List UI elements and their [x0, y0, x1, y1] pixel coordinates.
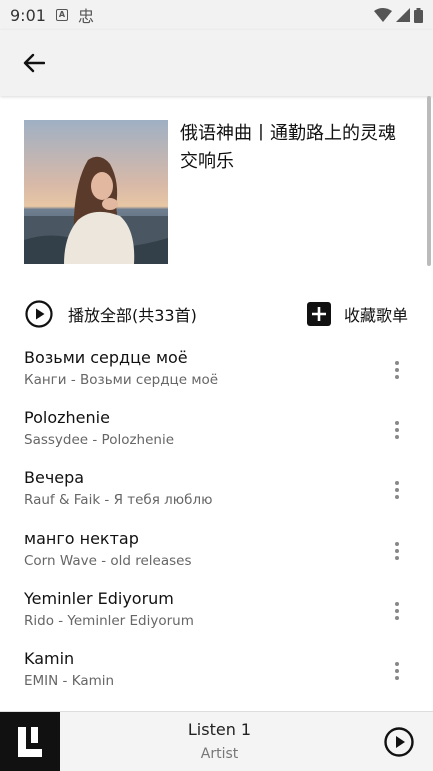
song-list: Возьми сердце моё Канги - Возьми сердце …: [0, 340, 433, 701]
more-options-icon[interactable]: [389, 539, 405, 563]
arrow-left-icon: [23, 53, 45, 73]
song-subtitle: Rauf & Faik - Я тебя люблю: [24, 492, 213, 509]
play-all-label: 播放全部(共33首): [68, 306, 197, 325]
song-item[interactable]: Polozhenie Sassydee - Polozhenie: [0, 400, 433, 460]
collect-playlist-label: 收藏歌单: [343, 306, 408, 325]
song-title: Вечера: [24, 468, 85, 488]
song-subtitle: Sassydee - Polozhenie: [24, 432, 175, 449]
playlist-actions: 播放全部(共33首) 收藏歌单: [24, 296, 408, 332]
more-options-icon[interactable]: [389, 358, 405, 382]
add-box-icon: [306, 302, 331, 326]
signal-icon: [396, 8, 410, 22]
play-circle-icon: [25, 300, 53, 328]
play-pause-button[interactable]: [379, 722, 419, 762]
app-logo-icon: [0, 711, 60, 771]
playlist-title: 俄语神曲丨通勤路上的灵魂交响乐: [180, 123, 396, 172]
song-title: Kamin: [24, 648, 75, 668]
song-title: Возьми сердце моё: [24, 348, 188, 367]
song-subtitle: Corn Wave - old releases: [24, 552, 192, 569]
song-subtitle: Rido - Yeminler Ediyorum: [24, 612, 194, 629]
song-item[interactable]: Kamin EMIN - Kamin: [0, 641, 433, 701]
song-item[interactable]: Возьми сердце моё Канги - Возьми сердце …: [0, 340, 433, 400]
now-playing-artist: Artist: [200, 745, 239, 762]
play-circle-outline-icon: [384, 726, 414, 757]
scrollbar[interactable]: [427, 96, 431, 266]
wifi-icon: [374, 8, 392, 22]
back-button[interactable]: [20, 49, 48, 77]
now-playing-title: Listen 1: [187, 719, 252, 739]
status-icons: [374, 7, 423, 23]
play-all-button[interactable]: 播放全部(共33首): [24, 299, 197, 329]
more-options-icon[interactable]: [389, 418, 405, 442]
song-title: манго нектар: [24, 528, 139, 548]
now-playing-info: Listen 1 Artist: [60, 719, 379, 765]
song-item[interactable]: Вечера Rauf & Faik - Я тебя люблю: [0, 460, 433, 520]
song-subtitle: Канги - Возьми сердце моё: [24, 372, 219, 388]
notification-app-icon: 忠: [77, 7, 94, 26]
more-options-icon[interactable]: [389, 599, 405, 623]
song-title: Yeminler Ediyorum: [24, 588, 174, 608]
status-bar: 9:01 A 忠: [0, 0, 433, 30]
status-time: 9:01: [10, 5, 46, 25]
now-playing-bar[interactable]: Listen 1 Artist: [0, 711, 433, 771]
song-item[interactable]: Yeminler Ediyorum Rido - Yeminler Ediyor…: [0, 581, 433, 641]
more-options-icon[interactable]: [389, 478, 405, 502]
app-bar: [0, 30, 433, 96]
notification-a-icon: A: [55, 9, 68, 21]
battery-icon: [414, 7, 423, 23]
song-item[interactable]: манго нектар Corn Wave - old releases: [0, 521, 433, 581]
playlist-cover-image: [24, 120, 168, 264]
more-options-icon[interactable]: [389, 659, 405, 683]
collect-playlist-button[interactable]: 收藏歌单: [306, 301, 408, 327]
song-title: Polozhenie: [24, 408, 110, 428]
song-subtitle: EMIN - Kamin: [24, 672, 115, 689]
